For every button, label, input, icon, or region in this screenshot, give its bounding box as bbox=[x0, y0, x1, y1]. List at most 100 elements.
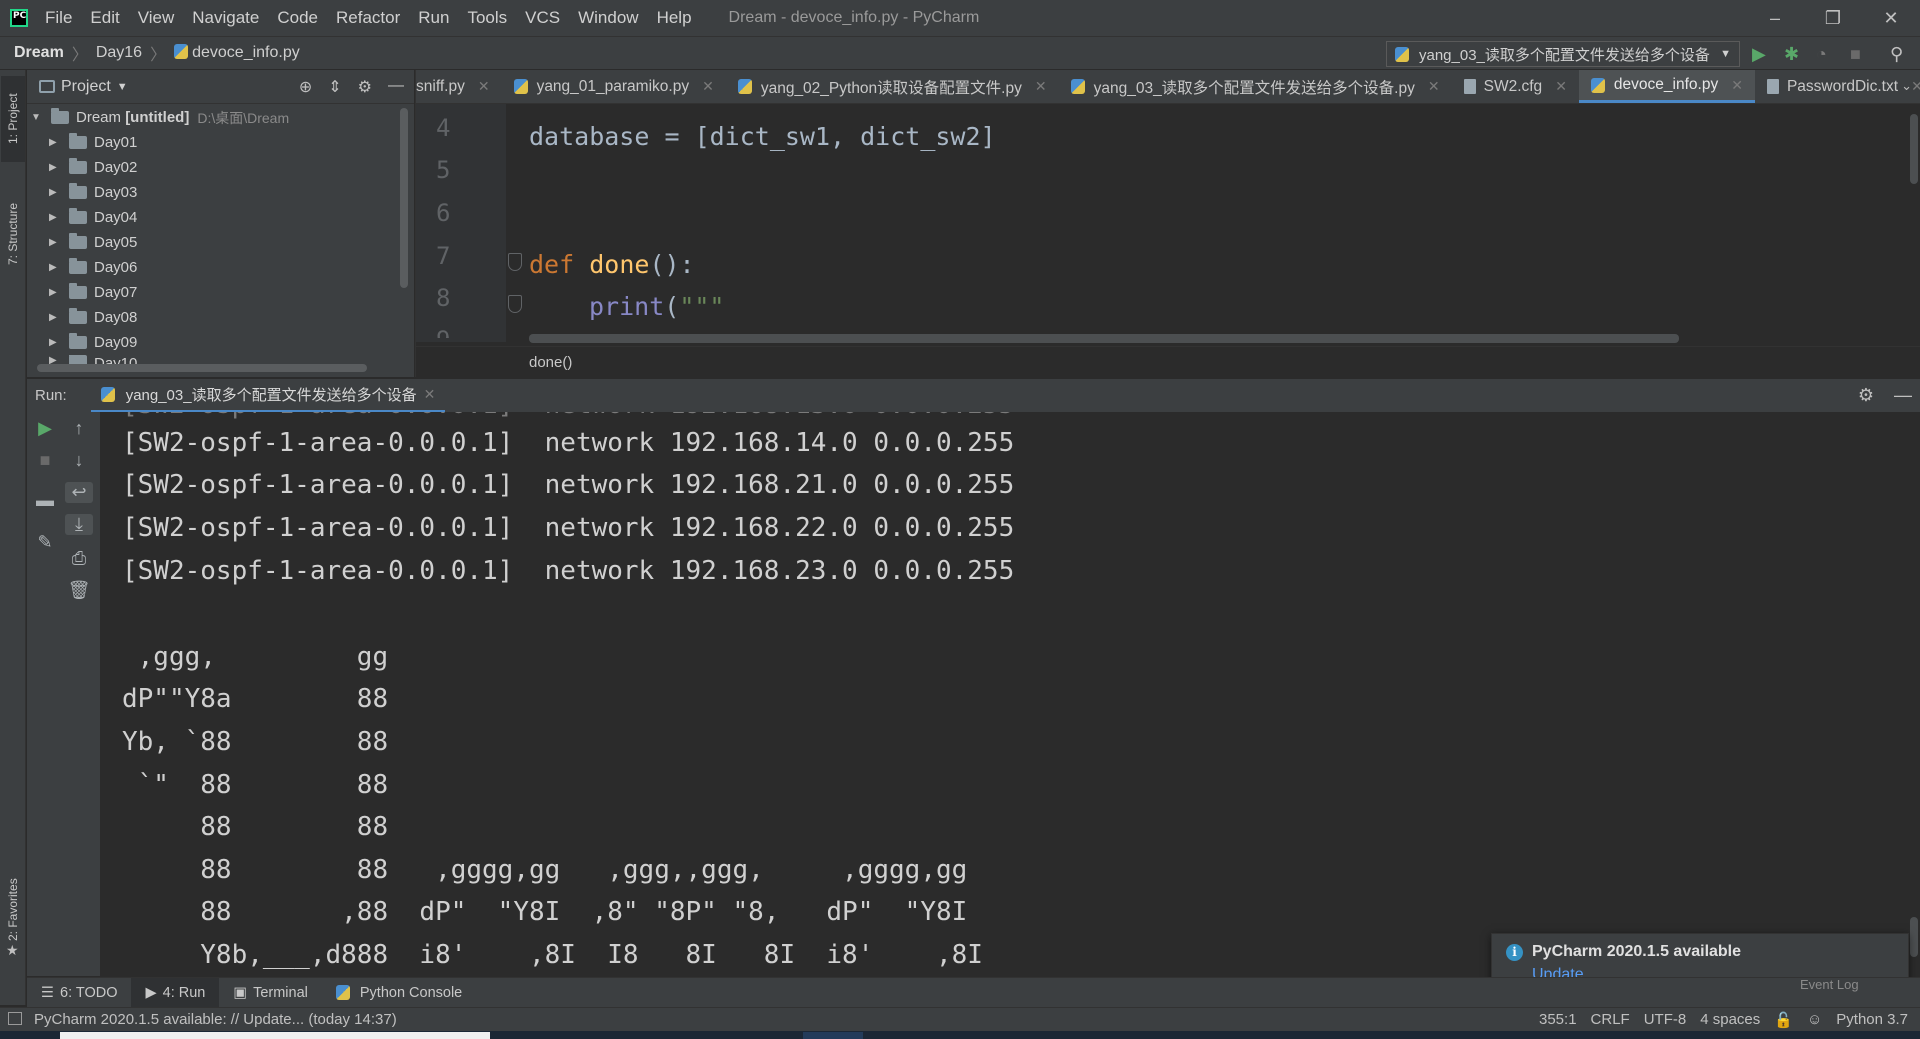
run-icon[interactable]: ▶ bbox=[1752, 44, 1766, 65]
tree-item-day03[interactable]: ▶ Day03 bbox=[27, 180, 414, 205]
close-icon[interactable]: ✕ bbox=[1555, 78, 1567, 95]
menu-window[interactable]: Window bbox=[569, 8, 647, 28]
tab-yang-01[interactable]: yang_01_paramiko.py ✕ bbox=[502, 70, 726, 103]
tree-item-day09[interactable]: ▶ Day09 bbox=[27, 330, 414, 355]
tab-list-chevron-icon[interactable]: ⌄ bbox=[1901, 78, 1912, 94]
breadcrumb-project[interactable]: Dream bbox=[14, 44, 64, 62]
arrow-up-icon[interactable]: ↑ bbox=[65, 418, 93, 439]
tree-item-day07[interactable]: ▶ Day07 bbox=[27, 280, 414, 305]
taskbar-app-button[interactable] bbox=[803, 1032, 863, 1039]
menu-help[interactable]: Help bbox=[648, 8, 701, 28]
tab-password-dic[interactable]: PasswordDic.txt ✕ bbox=[1755, 70, 1920, 103]
menu-code[interactable]: Code bbox=[268, 8, 327, 28]
gear-icon[interactable]: ⚙ bbox=[358, 77, 372, 97]
print-icon[interactable]: ⎙ bbox=[65, 548, 93, 569]
editor-vertical-scrollbar[interactable] bbox=[1910, 114, 1918, 184]
close-icon[interactable]: ✕ bbox=[478, 78, 490, 95]
tool-windows-toggle-icon[interactable] bbox=[8, 1012, 22, 1025]
tab-sw2-cfg[interactable]: SW2.cfg ✕ bbox=[1452, 70, 1579, 103]
gear-icon[interactable]: ⚙ bbox=[1858, 385, 1874, 406]
console-vertical-scrollbar[interactable] bbox=[1910, 917, 1918, 957]
tree-item-day02[interactable]: ▶ Day02 bbox=[27, 155, 414, 180]
tree-root-dream[interactable]: ▼ Dream [untitled] D:\桌面\Dream bbox=[27, 105, 414, 130]
scroll-to-end-icon[interactable]: ⤓ bbox=[65, 514, 93, 535]
close-icon[interactable]: ✕ bbox=[424, 386, 436, 403]
breadcrumb-folder[interactable]: Day16 bbox=[96, 44, 142, 62]
code-line-4[interactable]: database = [dict_sw1, dict_sw2] bbox=[529, 122, 996, 151]
tab-yang-02[interactable]: yang_02_Python读取设备配置文件.py ✕ bbox=[726, 70, 1059, 103]
rerun-icon[interactable]: ▶ bbox=[31, 418, 59, 439]
code-line-8[interactable]: print(""" bbox=[589, 292, 724, 321]
close-window-button[interactable]: ✕ bbox=[1862, 8, 1920, 29]
coverage-icon[interactable]: ◔ bbox=[1816, 44, 1827, 65]
tree-item-day01[interactable]: ▶ Day01 bbox=[27, 130, 414, 155]
line-separator[interactable]: CRLF bbox=[1591, 1011, 1630, 1028]
todo-tool-button[interactable]: ☰ 6: TODO bbox=[27, 985, 131, 1001]
run-configuration-select[interactable]: yang_03_读取多个配置文件发送给多个设备 ▼ bbox=[1386, 41, 1740, 67]
minimize-button[interactable]: – bbox=[1746, 8, 1804, 29]
caret-position[interactable]: 355:1 bbox=[1539, 1011, 1577, 1028]
project-view-select[interactable]: Project bbox=[61, 78, 111, 96]
close-icon[interactable]: ✕ bbox=[702, 78, 714, 95]
locate-icon[interactable]: ⊕ bbox=[299, 77, 312, 97]
close-icon[interactable]: ✕ bbox=[1428, 78, 1440, 95]
code-line-7[interactable]: def done(): bbox=[529, 250, 695, 279]
run-tab[interactable]: yang_03_读取多个配置文件发送给多个设备 ✕ bbox=[90, 379, 446, 413]
lock-icon[interactable]: 🔓 bbox=[1774, 1011, 1793, 1029]
menu-tools[interactable]: Tools bbox=[458, 8, 516, 28]
breadcrumb-file-label: devoce_info.py bbox=[192, 44, 300, 61]
restore-button[interactable]: ❐ bbox=[1804, 8, 1862, 29]
stop-icon[interactable]: ■ bbox=[1850, 44, 1861, 65]
tree-item-day04[interactable]: ▶ Day04 bbox=[27, 205, 414, 230]
collapsed-arrow-icon: ▶ bbox=[49, 312, 57, 323]
menu-run[interactable]: Run bbox=[409, 8, 458, 28]
hide-icon[interactable]: — bbox=[388, 77, 404, 97]
structure-tool-tab[interactable]: 7: Structure bbox=[1, 182, 25, 286]
arrow-down-icon[interactable]: ↓ bbox=[65, 450, 93, 471]
code-breadcrumb-item[interactable]: done() bbox=[529, 354, 572, 371]
project-horizontal-scrollbar[interactable] bbox=[37, 364, 367, 372]
fold-marker-icon[interactable] bbox=[508, 253, 522, 271]
menu-vcs[interactable]: VCS bbox=[516, 8, 569, 28]
menu-refactor[interactable]: Refactor bbox=[327, 8, 409, 28]
taskbar-search-box[interactable] bbox=[60, 1032, 490, 1039]
soft-wrap-icon[interactable]: ↩ bbox=[65, 482, 93, 503]
editor-horizontal-scrollbar[interactable] bbox=[529, 334, 1679, 343]
tree-item-day06[interactable]: ▶ Day06 bbox=[27, 255, 414, 280]
run-console[interactable]: [SW2-ospf-1-area-0.0.0.1] network 192.16… bbox=[100, 412, 1920, 976]
tab-sniff[interactable]: sniff.py ✕ bbox=[416, 70, 502, 103]
python-console-tool-button[interactable]: Python Console bbox=[322, 985, 476, 1001]
close-icon[interactable]: ✕ bbox=[1731, 77, 1743, 94]
tab-devoce-info[interactable]: devoce_info.py ✕ bbox=[1578, 70, 1755, 103]
tab-yang-03[interactable]: yang_03_读取多个配置文件发送给多个设备.py ✕ bbox=[1059, 70, 1452, 103]
close-icon[interactable]: ✕ bbox=[1035, 78, 1047, 95]
menu-edit[interactable]: Edit bbox=[81, 8, 128, 28]
project-tool-tab[interactable]: 1: Project bbox=[1, 76, 25, 162]
inspector-icon[interactable]: ☺ bbox=[1807, 1011, 1822, 1028]
pin-icon[interactable]: ✎ bbox=[31, 532, 59, 553]
menu-view[interactable]: View bbox=[129, 8, 184, 28]
menu-navigate[interactable]: Navigate bbox=[183, 8, 268, 28]
terminal-tool-button[interactable]: ▣ Terminal bbox=[219, 985, 322, 1001]
trash-icon[interactable]: 🗑 bbox=[65, 580, 93, 601]
status-message[interactable]: PyCharm 2020.1.5 available: // Update...… bbox=[0, 1011, 397, 1028]
tree-item-day05[interactable]: ▶ Day05 bbox=[27, 230, 414, 255]
breadcrumb-file[interactable]: devoce_info.py bbox=[174, 44, 300, 62]
menu-file[interactable]: File bbox=[36, 8, 81, 28]
event-log-button[interactable]: Event Log bbox=[1800, 977, 1859, 992]
fold-marker-icon[interactable] bbox=[508, 295, 522, 313]
close-icon[interactable]: ✕ bbox=[1911, 78, 1920, 95]
stop-icon[interactable]: ■ bbox=[31, 450, 59, 471]
search-icon[interactable]: ⚲ bbox=[1890, 44, 1903, 65]
hide-icon[interactable]: — bbox=[1894, 385, 1912, 406]
run-tool-button[interactable]: ▶ 4: Run bbox=[131, 977, 220, 1008]
python-interpreter[interactable]: Python 3.7 bbox=[1836, 1011, 1908, 1028]
indent-setting[interactable]: 4 spaces bbox=[1700, 1011, 1760, 1028]
collapse-all-icon[interactable]: ⇕ bbox=[328, 77, 341, 97]
tree-item-day08[interactable]: ▶ Day08 bbox=[27, 305, 414, 330]
restore-layout-icon[interactable]: ▬ bbox=[31, 490, 59, 511]
project-vertical-scrollbar[interactable] bbox=[400, 108, 408, 288]
debug-icon[interactable]: ✱ bbox=[1784, 44, 1799, 65]
chevron-down-icon[interactable]: ▼ bbox=[117, 81, 128, 93]
file-encoding[interactable]: UTF-8 bbox=[1644, 1011, 1687, 1028]
